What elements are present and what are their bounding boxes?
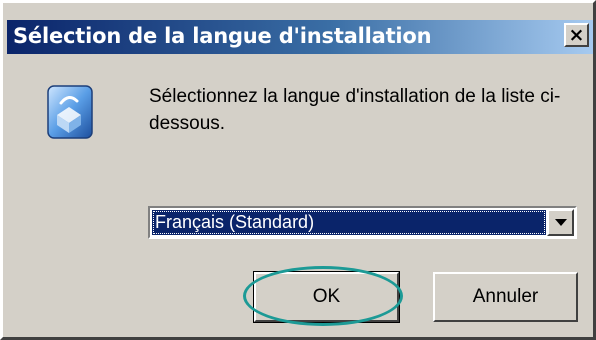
close-icon: × bbox=[568, 23, 585, 46]
language-selected-value[interactable]: Français (Standard) bbox=[152, 210, 546, 235]
ok-button-label: OK bbox=[312, 286, 341, 307]
close-button[interactable]: × bbox=[564, 23, 589, 47]
dialog-title: Sélection de la langue d'installation bbox=[13, 24, 432, 48]
installer-package-icon bbox=[47, 85, 93, 139]
install-language-dialog: Sélection de la langue d'installation × … bbox=[0, 0, 596, 340]
cancel-button-label: Annuler bbox=[472, 286, 539, 307]
title-bar: Sélection de la langue d'installation × bbox=[7, 20, 593, 54]
chevron-down-icon bbox=[554, 219, 567, 226]
dropdown-button[interactable] bbox=[547, 209, 574, 236]
cancel-button[interactable]: Annuler bbox=[433, 272, 578, 322]
language-select[interactable]: Français (Standard) bbox=[148, 206, 577, 239]
instruction-text: Sélectionnez la langue d'installation de… bbox=[149, 86, 561, 134]
ok-button[interactable]: OK bbox=[253, 271, 400, 323]
